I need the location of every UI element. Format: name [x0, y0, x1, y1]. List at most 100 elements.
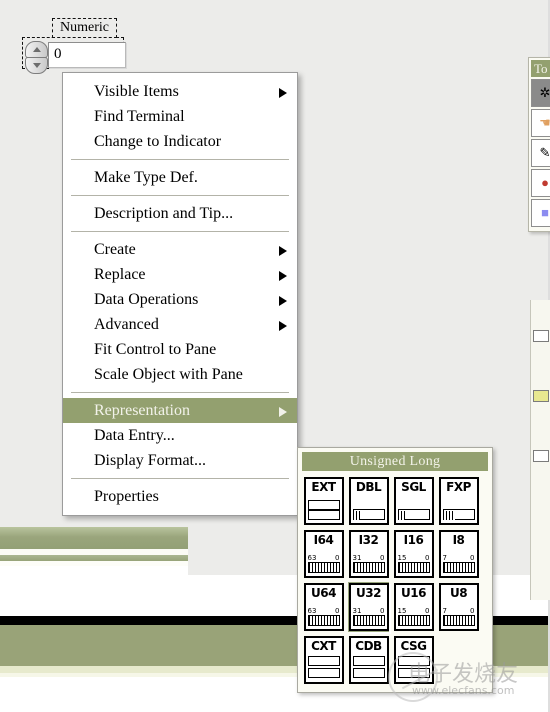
type-icon-i32-icon: I32 31 0: [348, 530, 389, 578]
position-size-select-tool[interactable]: ☚: [531, 109, 550, 137]
representation-submenu[interactable]: Unsigned Long EXT DBL SGL FXP I64 63 0 I32 31 0 I1…: [297, 447, 493, 693]
type-code-label: SGL: [401, 480, 426, 494]
menu-item-label: Scale Object with Pane: [94, 366, 243, 383]
representation-type-csg[interactable]: CSG: [393, 635, 434, 685]
bit-field-row: [352, 668, 385, 678]
decrement-button[interactable]: [25, 57, 48, 74]
menu-item-label: Find Terminal: [94, 108, 185, 125]
bit-field-bar: [442, 562, 475, 573]
scroll-window-tool[interactable]: ■: [531, 199, 550, 227]
palette-swatch[interactable]: [533, 450, 549, 462]
representation-type-fxp[interactable]: FXP: [438, 476, 479, 526]
menu-item-display-format[interactable]: Display Format...: [63, 448, 297, 473]
increment-button[interactable]: [25, 41, 48, 58]
menu-item-properties[interactable]: Properties: [63, 484, 297, 509]
representation-type-u16[interactable]: U16 15 0: [393, 582, 434, 632]
representation-type-cdb[interactable]: CDB: [348, 635, 389, 685]
type-icon-csg-icon: CSG: [393, 636, 434, 684]
bit-field-bar: [352, 615, 385, 626]
bit-field-bar: [307, 562, 340, 573]
mantissa-marker: [442, 511, 455, 520]
type-icon-cdb-icon: CDB: [348, 636, 389, 684]
edit-text-icon: ✎: [539, 145, 550, 160]
bit-field-bar: [397, 615, 430, 626]
submenu-arrow-icon: [279, 321, 287, 331]
representation-type-i16[interactable]: I16 15 0: [393, 529, 434, 579]
numeric-value-text: 0: [54, 46, 62, 62]
representation-type-i64[interactable]: I64 63 0: [303, 529, 344, 579]
representation-type-ext[interactable]: EXT: [303, 476, 344, 526]
tools-palette-list[interactable]: ✲ ☚ ✎ ● ■: [531, 79, 550, 227]
bit-field-bar: [307, 615, 340, 626]
bit-field-row: [397, 668, 430, 678]
representation-type-i32[interactable]: I32 31 0: [348, 529, 389, 579]
menu-item-label: Display Format...: [94, 452, 206, 469]
type-icon-u8-icon: U8 7 0: [438, 583, 479, 631]
representation-type-cxt[interactable]: CXT: [303, 635, 344, 685]
menu-item-make-type-def[interactable]: Make Type Def.: [63, 165, 297, 190]
representation-type-u32[interactable]: U32 31 0: [348, 582, 389, 632]
type-code-label: I64: [313, 533, 334, 547]
type-code-label: U8: [449, 586, 468, 600]
menu-item-create[interactable]: Create: [63, 237, 297, 262]
menu-separator: [71, 159, 289, 160]
edit-text-tool[interactable]: ✎: [531, 139, 550, 167]
type-icon-u64-icon: U64 63 0: [303, 583, 344, 631]
tools-palette-title: To: [531, 60, 550, 77]
type-code-label: U32: [356, 586, 381, 600]
scroll-window-icon: ■: [541, 205, 549, 220]
operate-value-icon: ✲: [539, 85, 550, 100]
bit-field-row: [352, 656, 385, 666]
operate-value-tool[interactable]: ✲: [531, 79, 550, 107]
menu-item-find-terminal[interactable]: Find Terminal: [63, 104, 297, 129]
representation-type-grid[interactable]: EXT DBL SGL FXP I64 63 0 I32 31 0 I16 15 0 I8 7 0 U64 63 0…: [301, 475, 489, 687]
menu-item-label: Make Type Def.: [94, 169, 198, 186]
menu-item-data-entry[interactable]: Data Entry...: [63, 423, 297, 448]
menu-item-representation[interactable]: Representation: [63, 398, 297, 423]
type-code-label: I16: [403, 533, 424, 547]
menu-item-replace[interactable]: Replace: [63, 262, 297, 287]
menu-item-change-to-indicator[interactable]: Change to Indicator: [63, 129, 297, 154]
menu-separator: [71, 195, 289, 196]
menu-separator: [71, 478, 289, 479]
menu-item-label: Properties: [94, 488, 159, 505]
triangle-down-icon: [32, 63, 41, 68]
menu-item-description-and-tip[interactable]: Description and Tip...: [63, 201, 297, 226]
type-icon-dbl-icon: DBL: [348, 477, 389, 525]
context-menu[interactable]: Visible Items Find Terminal Change to Indi…: [62, 72, 298, 516]
representation-type-u8[interactable]: U8 7 0: [438, 582, 479, 632]
menu-item-label: Visible Items: [94, 83, 179, 100]
menu-item-advanced[interactable]: Advanced: [63, 312, 297, 337]
menu-item-label: Create: [94, 241, 136, 258]
representation-type-i8[interactable]: I8 7 0: [438, 529, 479, 579]
menu-separator: [71, 231, 289, 232]
type-icon-cxt-icon: CXT: [303, 636, 344, 684]
menu-item-label: Data Operations: [94, 291, 199, 308]
triangle-up-icon: [32, 47, 41, 52]
representation-submenu-header: Unsigned Long: [302, 452, 488, 471]
type-icon-sgl-icon: SGL: [393, 477, 434, 525]
bit-field-bar: [442, 615, 475, 626]
palette-swatch[interactable]: [533, 330, 549, 342]
menu-item-fit-control-to-pane[interactable]: Fit Control to Pane: [63, 337, 297, 362]
menu-item-label: Data Entry...: [94, 427, 175, 444]
bit-field-row: [397, 656, 430, 666]
set-color-tool[interactable]: ●: [531, 169, 550, 197]
submenu-arrow-icon: [279, 246, 287, 256]
menu-item-data-operations[interactable]: Data Operations: [63, 287, 297, 312]
representation-type-sgl[interactable]: SGL: [393, 476, 434, 526]
position-size-select-icon: ☚: [539, 115, 550, 130]
palette-swatch[interactable]: [533, 390, 549, 402]
numeric-value-field[interactable]: 0: [48, 42, 126, 68]
menu-item-visible-items[interactable]: Visible Items: [63, 79, 297, 104]
bit-field-row: [307, 656, 340, 666]
representation-type-u64[interactable]: U64 63 0: [303, 582, 344, 632]
menu-item-label: Replace: [94, 266, 146, 283]
type-icon-fxp-icon: FXP: [438, 477, 479, 525]
type-code-label: U64: [311, 586, 336, 600]
tools-palette[interactable]: To ✲ ☚ ✎ ● ■: [528, 57, 550, 232]
representation-type-dbl[interactable]: DBL: [348, 476, 389, 526]
numeric-stepper[interactable]: [25, 41, 48, 74]
menu-item-scale-object-with-pane[interactable]: Scale Object with Pane: [63, 362, 297, 387]
set-color-icon: ●: [541, 175, 549, 190]
